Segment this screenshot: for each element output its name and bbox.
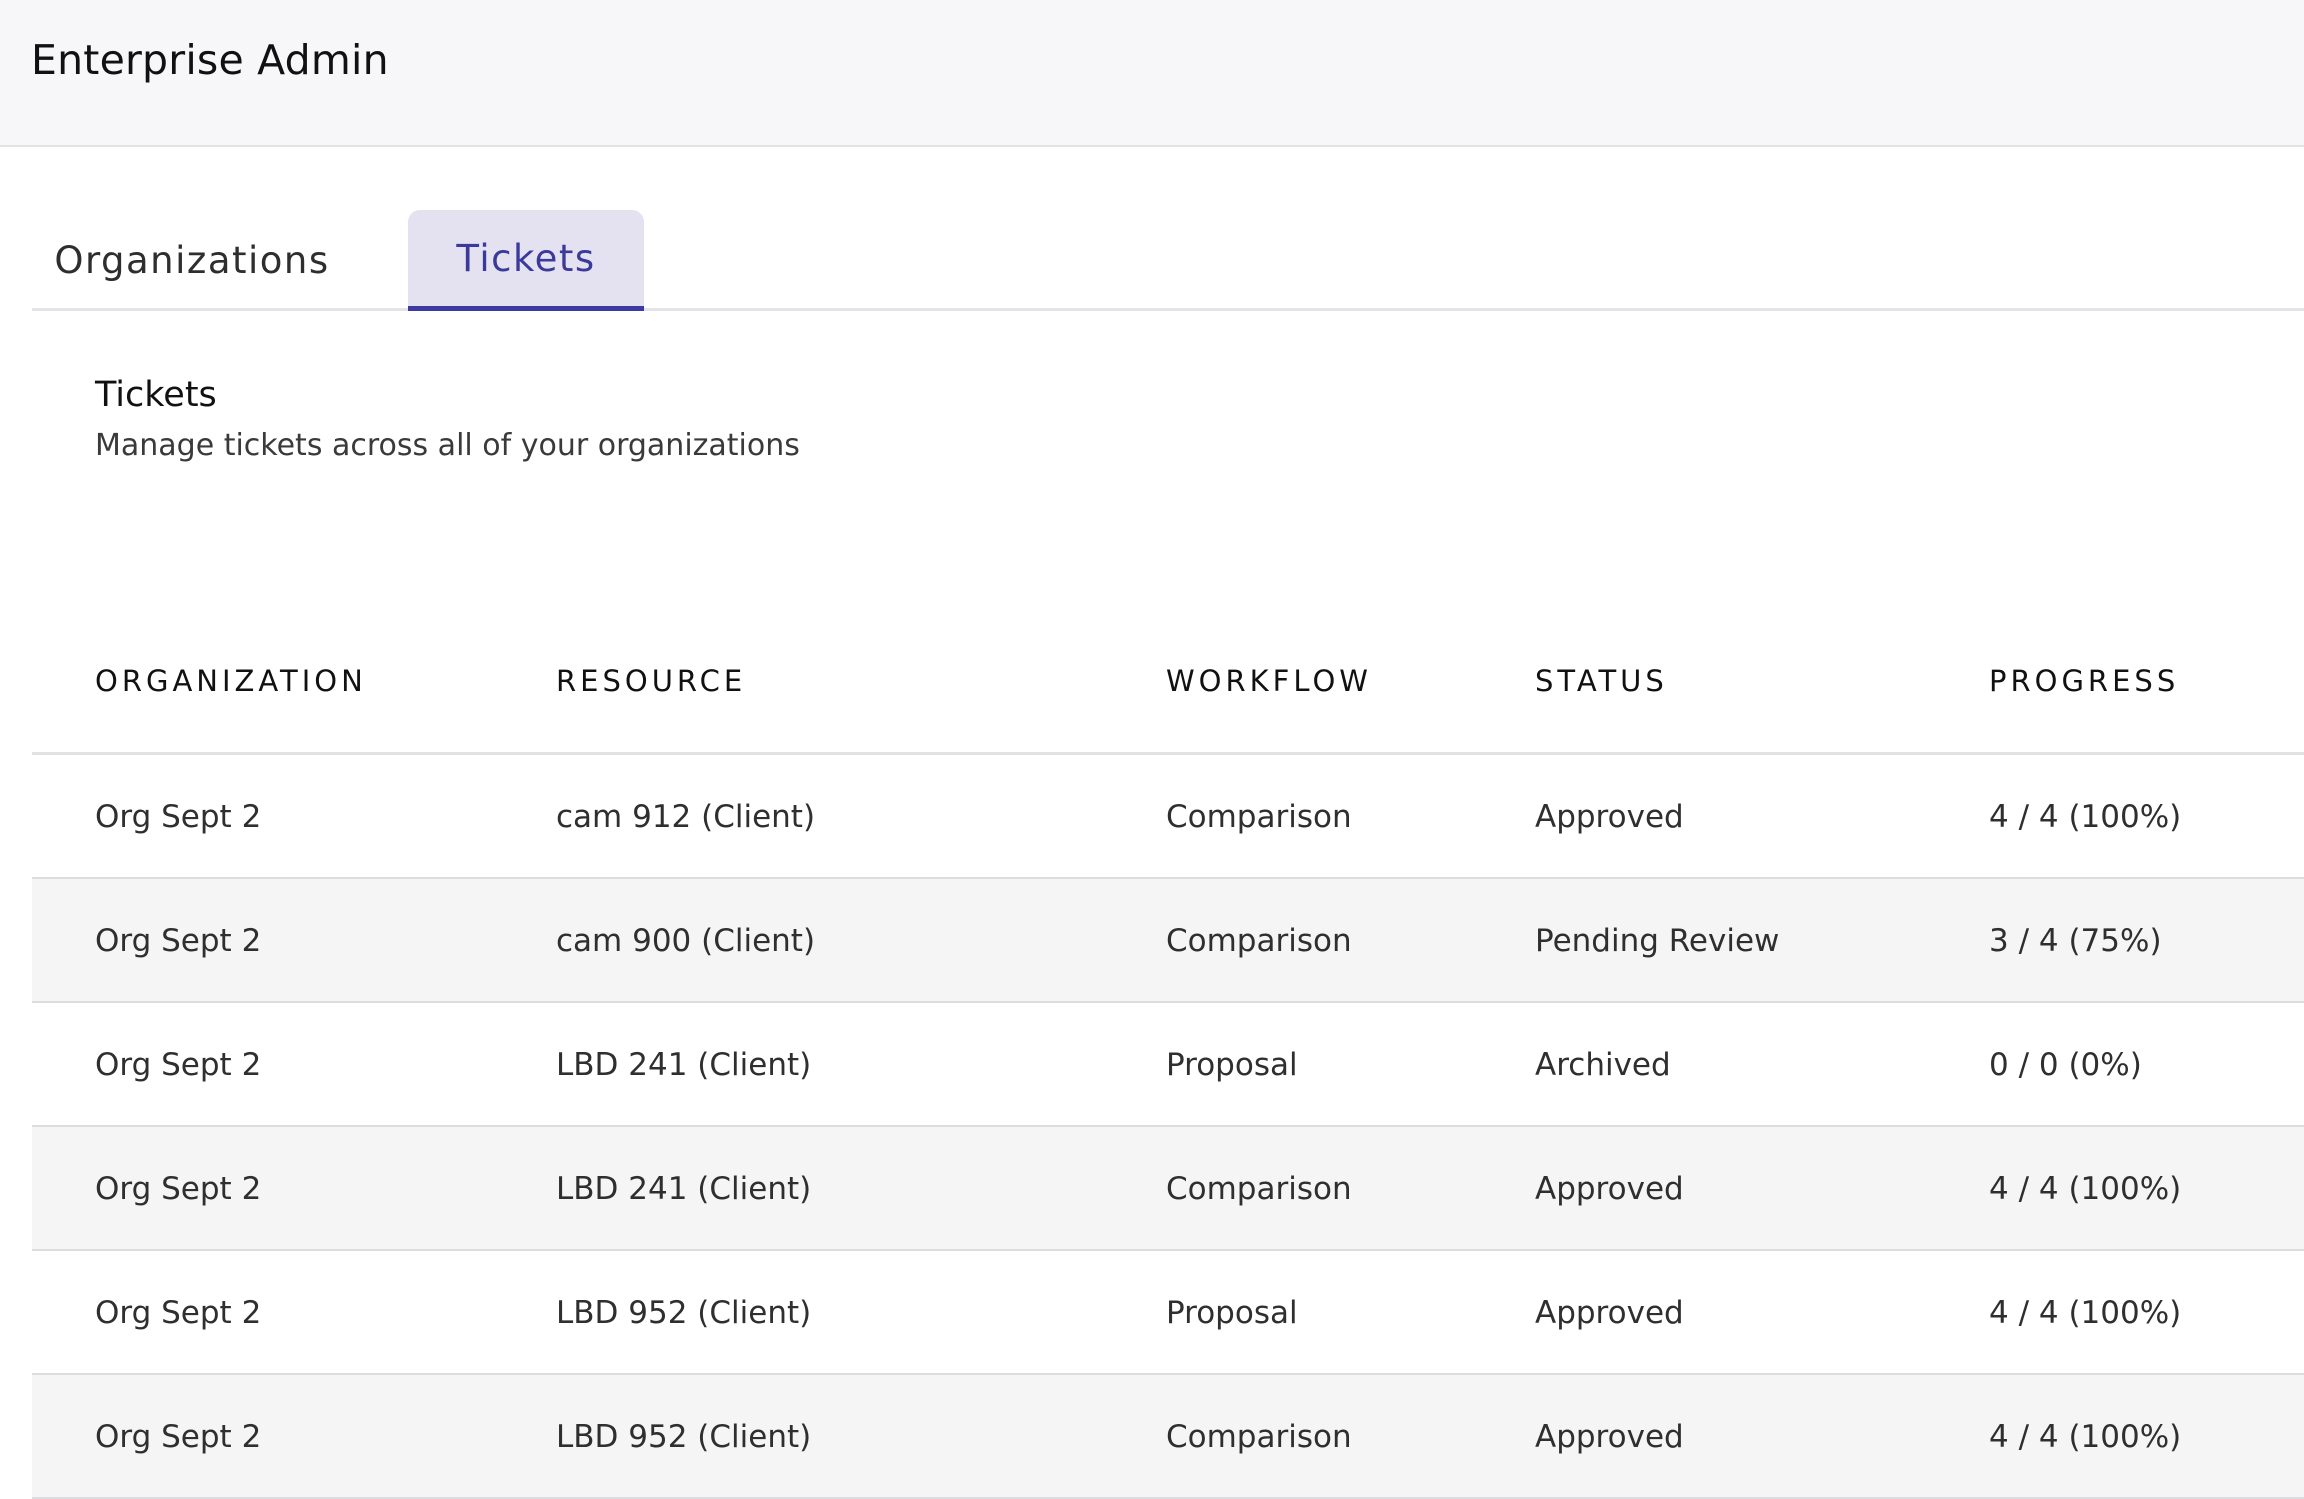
- app-title: Enterprise Admin: [31, 36, 389, 84]
- cell-workflow: Comparison: [1166, 923, 1352, 959]
- table-header: ORGANIZATION RESOURCE WORKFLOW STATUS PR…: [32, 630, 2304, 755]
- cell-organization: Org Sept 2: [95, 1419, 262, 1455]
- cell-status: Approved: [1535, 1295, 1684, 1331]
- cell-organization: Org Sept 2: [95, 1171, 262, 1207]
- column-header-workflow[interactable]: WORKFLOW: [1166, 664, 1372, 698]
- tab-tickets[interactable]: Tickets: [408, 210, 644, 311]
- table-row[interactable]: Org Sept 2 cam 912 (Client) Comparison A…: [32, 755, 2304, 879]
- table-body: Org Sept 2 cam 912 (Client) Comparison A…: [32, 755, 2304, 1499]
- cell-workflow: Comparison: [1166, 799, 1352, 835]
- cell-resource: LBD 241 (Client): [556, 1171, 812, 1207]
- cell-workflow: Proposal: [1166, 1295, 1298, 1331]
- cell-progress: 4 / 4 (100%): [1989, 799, 2182, 835]
- section-subtitle: Manage tickets across all of your organi…: [95, 428, 800, 463]
- table-row[interactable]: Org Sept 2 cam 900 (Client) Comparison P…: [32, 879, 2304, 1003]
- cell-organization: Org Sept 2: [95, 1295, 262, 1331]
- tab-organizations[interactable]: Organizations: [52, 210, 332, 311]
- table-row[interactable]: Org Sept 2 LBD 241 (Client) Proposal Arc…: [32, 1003, 2304, 1127]
- table-row[interactable]: Org Sept 2 LBD 952 (Client) Comparison A…: [32, 1375, 2304, 1499]
- cell-resource: LBD 241 (Client): [556, 1047, 812, 1083]
- cell-status: Pending Review: [1535, 923, 1780, 959]
- top-bar: Enterprise Admin: [0, 0, 2304, 147]
- cell-resource: LBD 952 (Client): [556, 1295, 812, 1331]
- cell-workflow: Comparison: [1166, 1171, 1352, 1207]
- cell-resource: cam 912 (Client): [556, 799, 816, 835]
- cell-organization: Org Sept 2: [95, 923, 262, 959]
- table-row[interactable]: Org Sept 2 LBD 952 (Client) Proposal App…: [32, 1251, 2304, 1375]
- cell-status: Archived: [1535, 1047, 1671, 1083]
- cell-progress: 4 / 4 (100%): [1989, 1419, 2182, 1455]
- section-title: Tickets: [95, 375, 217, 415]
- cell-progress: 0 / 0 (0%): [1989, 1047, 2142, 1083]
- column-header-organization[interactable]: ORGANIZATION: [95, 664, 367, 698]
- cell-status: Approved: [1535, 799, 1684, 835]
- column-header-resource[interactable]: RESOURCE: [556, 664, 746, 698]
- tab-bar: Organizations Tickets: [32, 210, 2304, 311]
- cell-resource: LBD 952 (Client): [556, 1419, 812, 1455]
- cell-progress: 4 / 4 (100%): [1989, 1171, 2182, 1207]
- cell-progress: 4 / 4 (100%): [1989, 1295, 2182, 1331]
- cell-status: Approved: [1535, 1171, 1684, 1207]
- cell-progress: 3 / 4 (75%): [1989, 923, 2162, 959]
- cell-organization: Org Sept 2: [95, 1047, 262, 1083]
- column-header-status[interactable]: STATUS: [1535, 664, 1668, 698]
- cell-resource: cam 900 (Client): [556, 923, 816, 959]
- column-header-progress[interactable]: PROGRESS: [1989, 664, 2179, 698]
- cell-workflow: Proposal: [1166, 1047, 1298, 1083]
- cell-status: Approved: [1535, 1419, 1684, 1455]
- table-row[interactable]: Org Sept 2 LBD 241 (Client) Comparison A…: [32, 1127, 2304, 1251]
- cell-workflow: Comparison: [1166, 1419, 1352, 1455]
- tickets-table: ORGANIZATION RESOURCE WORKFLOW STATUS PR…: [32, 630, 2304, 1499]
- cell-organization: Org Sept 2: [95, 799, 262, 835]
